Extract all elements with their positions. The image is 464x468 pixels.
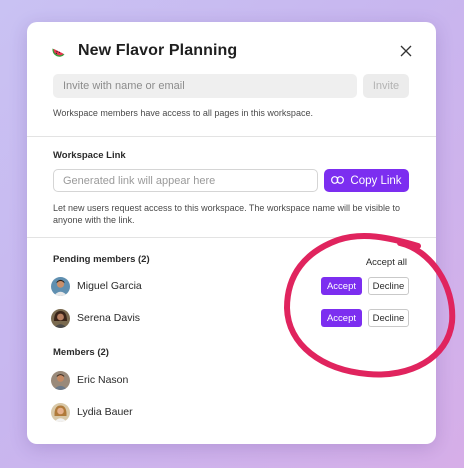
avatar — [51, 402, 70, 422]
invite-row: Invite — [53, 74, 409, 98]
divider — [27, 237, 436, 238]
member-name: Eric Nason — [77, 374, 129, 386]
pending-members-label: Pending members (2) — [53, 254, 150, 265]
invite-input[interactable] — [53, 74, 357, 98]
accept-button[interactable]: Accept — [321, 309, 362, 327]
invite-button[interactable]: Invite — [363, 74, 409, 98]
dialog-header: New Flavor Planning — [51, 40, 416, 62]
pending-member-row: Miguel Garcia Accept Decline — [51, 274, 411, 298]
member-name: Serena Davis — [77, 312, 141, 324]
divider — [27, 136, 436, 137]
avatar — [51, 276, 70, 296]
avatar — [51, 370, 70, 390]
workspace-link-hint: Let new users request access to this wor… — [53, 202, 400, 226]
workspace-link-label: Workspace Link — [53, 150, 126, 161]
avatar — [51, 308, 70, 328]
member-name: Miguel Garcia — [77, 280, 142, 292]
member-row: Eric Nason — [51, 368, 411, 392]
invite-hint: Workspace members have access to all pag… — [53, 108, 313, 118]
member-name: Lydia Bauer — [77, 406, 133, 418]
copy-link-button[interactable]: Copy Link — [324, 169, 409, 192]
decline-button[interactable]: Decline — [368, 277, 409, 295]
copy-link-label: Copy Link — [350, 174, 402, 187]
dialog-title: New Flavor Planning — [78, 42, 238, 59]
workspace-link-hint-line: Let new users request access to this wor… — [53, 203, 400, 213]
watermelon-icon — [51, 43, 67, 59]
workspace-link-input[interactable] — [53, 169, 318, 192]
workspace-dialog: New Flavor Planning Invite Workspace mem… — [27, 22, 436, 444]
accept-all-link[interactable]: Accept all — [366, 257, 407, 268]
member-row: Lydia Bauer — [51, 400, 411, 424]
accept-button[interactable]: Accept — [321, 277, 362, 295]
link-icon — [331, 175, 345, 187]
pending-member-row: Serena Davis Accept Decline — [51, 306, 411, 330]
decline-button[interactable]: Decline — [368, 309, 409, 327]
workspace-link-hint-line: anyone with the link. — [53, 215, 135, 225]
close-icon[interactable] — [396, 41, 416, 61]
members-label: Members (2) — [53, 347, 109, 358]
